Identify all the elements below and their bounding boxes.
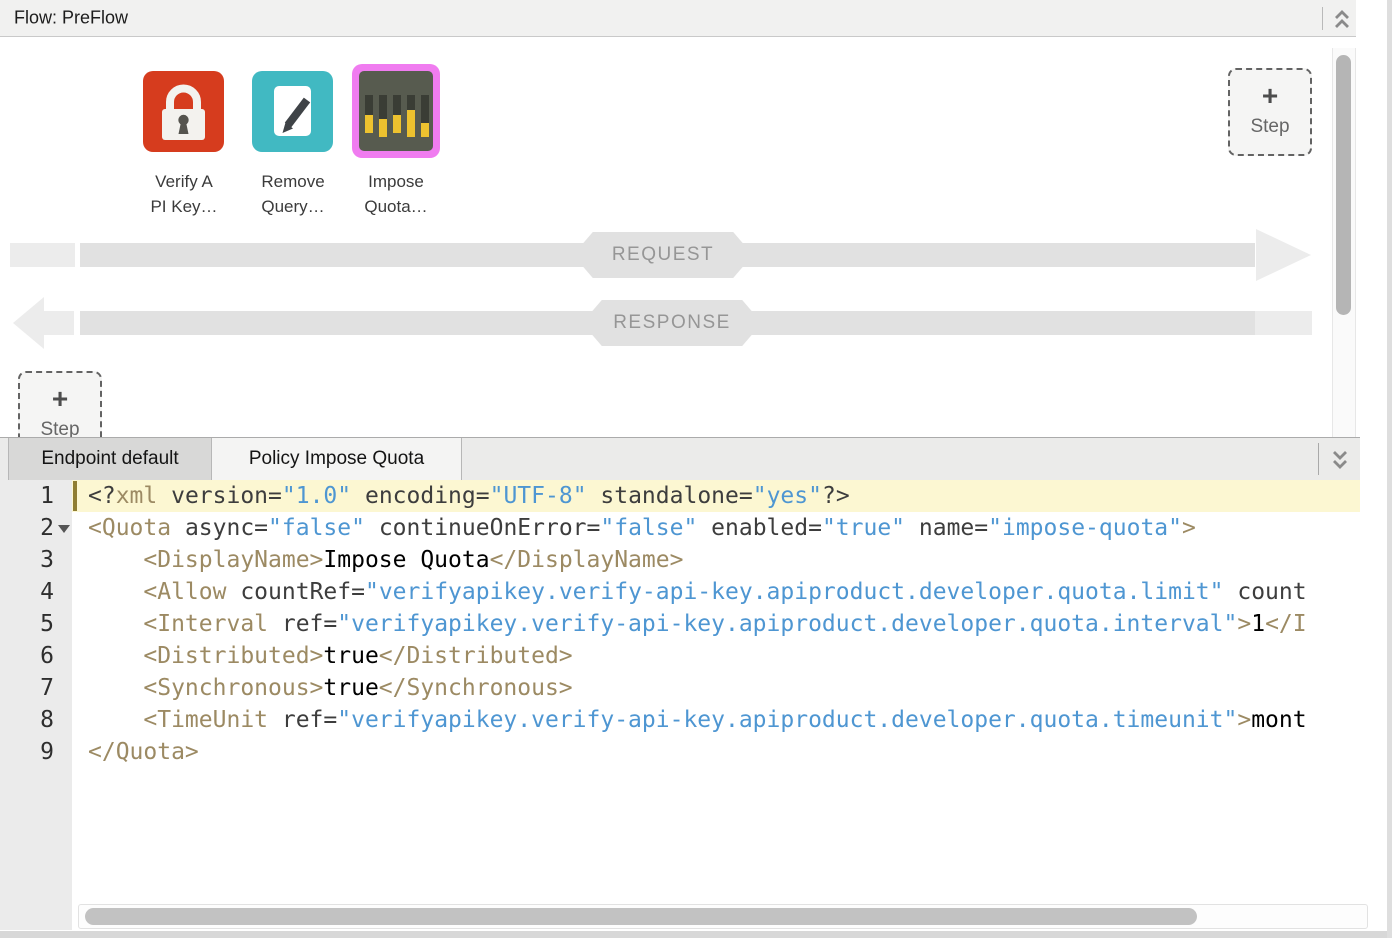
line-number: 8 (0, 704, 72, 736)
request-arrowhead-icon (1256, 229, 1311, 281)
flow-title: Flow: PreFlow (14, 8, 128, 29)
code-text: <Interval ref="verifyapikey.verify-api-k… (88, 608, 1360, 640)
text-cursor (73, 481, 77, 511)
tab-endpoint-default[interactable]: Endpoint default (8, 438, 212, 480)
label-line-1: Verify A (123, 169, 245, 194)
plus-icon: + (20, 384, 100, 414)
tabbar-divider (1318, 443, 1319, 475)
code-text: </Quota> (88, 736, 1360, 768)
tab-policy-impose-quota[interactable]: Policy Impose Quota (212, 438, 462, 480)
label-line-2: Quota… (335, 194, 457, 219)
line-number: 4 (0, 576, 72, 608)
response-bar-end-segment (1255, 311, 1312, 335)
quota-bars-icon (359, 71, 433, 151)
header-divider (1322, 7, 1323, 30)
response-arrowhead-icon (13, 297, 44, 349)
code-text: <Synchronous>true</Synchronous> (88, 672, 1360, 704)
code-text: <Allow countRef="verifyapikey.verify-api… (88, 576, 1360, 608)
plus-icon: + (1230, 81, 1310, 111)
code-line[interactable]: 3 <DisplayName>Impose Quota</DisplayName… (0, 544, 1360, 576)
window-bottom-edge (0, 931, 1392, 938)
code-lines: 1 <?xml version="1.0" encoding="UTF-8" st… (0, 480, 1360, 768)
line-number: 1 (0, 480, 72, 512)
code-line[interactable]: 4 <Allow countRef="verifyapikey.verify-a… (0, 576, 1360, 608)
line-number: 7 (0, 672, 72, 704)
line-number: 3 (0, 544, 72, 576)
line-number: 5 (0, 608, 72, 640)
add-step-label: Step (1230, 116, 1310, 138)
chevrons-down-icon (1329, 447, 1351, 473)
policy-step-verify-api-key[interactable] (143, 71, 224, 152)
line-number: 6 (0, 640, 72, 672)
fold-arrow-icon[interactable] (58, 525, 70, 533)
add-step-label: Step (20, 419, 100, 437)
response-bar-segment (44, 311, 74, 335)
code-line[interactable]: 5 <Interval ref="verifyapikey.verify-api… (0, 608, 1360, 640)
code-line[interactable]: 2<Quota async="false" continueOnError="f… (0, 512, 1360, 544)
editor-tabbar: Endpoint default Policy Impose Quota (0, 437, 1360, 480)
flow-canvas: Verify A PI Key… Remove Query… (0, 37, 1356, 437)
add-step-button-request[interactable]: + Step (1228, 68, 1312, 156)
code-text: <DisplayName>Impose Quota</DisplayName> (88, 544, 1360, 576)
label-line-1: Impose (335, 169, 457, 194)
code-text: <Distributed>true</Distributed> (88, 640, 1360, 672)
label-line-2: PI Key… (123, 194, 245, 219)
line-number: 9 (0, 736, 72, 768)
policy-step-label: Verify A PI Key… (123, 169, 245, 219)
code-text: <Quota async="false" continueOnError="fa… (88, 512, 1360, 544)
scrollbar-thumb[interactable] (1336, 55, 1351, 315)
request-label-badge: REQUEST (573, 232, 753, 278)
request-bar-segment (10, 243, 75, 267)
code-line[interactable]: 1 <?xml version="1.0" encoding="UTF-8" st… (0, 480, 1360, 512)
flow-panel-header: Flow: PreFlow (0, 0, 1356, 37)
lock-icon (143, 71, 224, 152)
edit-icon (252, 71, 333, 152)
expand-panel-button[interactable] (1329, 447, 1351, 473)
code-line[interactable]: 7 <Synchronous>true</Synchronous> (0, 672, 1360, 704)
scrollbar-thumb[interactable] (85, 908, 1197, 925)
flow-editor-window: Flow: PreFlow Verify A PI Key… (0, 0, 1392, 938)
quota-tile (359, 71, 433, 151)
policy-step-remove-query[interactable] (252, 71, 333, 152)
chevrons-up-icon (1331, 6, 1353, 32)
code-line[interactable]: 8 <TimeUnit ref="verifyapikey.verify-api… (0, 704, 1360, 736)
policy-step-label: Impose Quota… (335, 169, 457, 219)
add-step-button-response[interactable]: + Step (18, 371, 102, 437)
collapse-panel-button[interactable] (1331, 6, 1353, 32)
window-right-edge (1387, 0, 1392, 938)
code-text: <?xml version="1.0" encoding="UTF-8" sta… (88, 480, 1360, 512)
xml-code-editor[interactable]: 1 <?xml version="1.0" encoding="UTF-8" st… (0, 480, 1360, 930)
code-text: <TimeUnit ref="verifyapikey.verify-api-k… (88, 704, 1360, 736)
editor-horizontal-scrollbar[interactable] (78, 904, 1368, 929)
code-line[interactable]: 9 </Quota> (0, 736, 1360, 768)
policy-step-impose-quota-selected[interactable] (352, 64, 440, 158)
flow-vertical-scrollbar[interactable] (1332, 48, 1356, 437)
code-line[interactable]: 6 <Distributed>true</Distributed> (0, 640, 1360, 672)
response-label-badge: RESPONSE (582, 300, 762, 346)
